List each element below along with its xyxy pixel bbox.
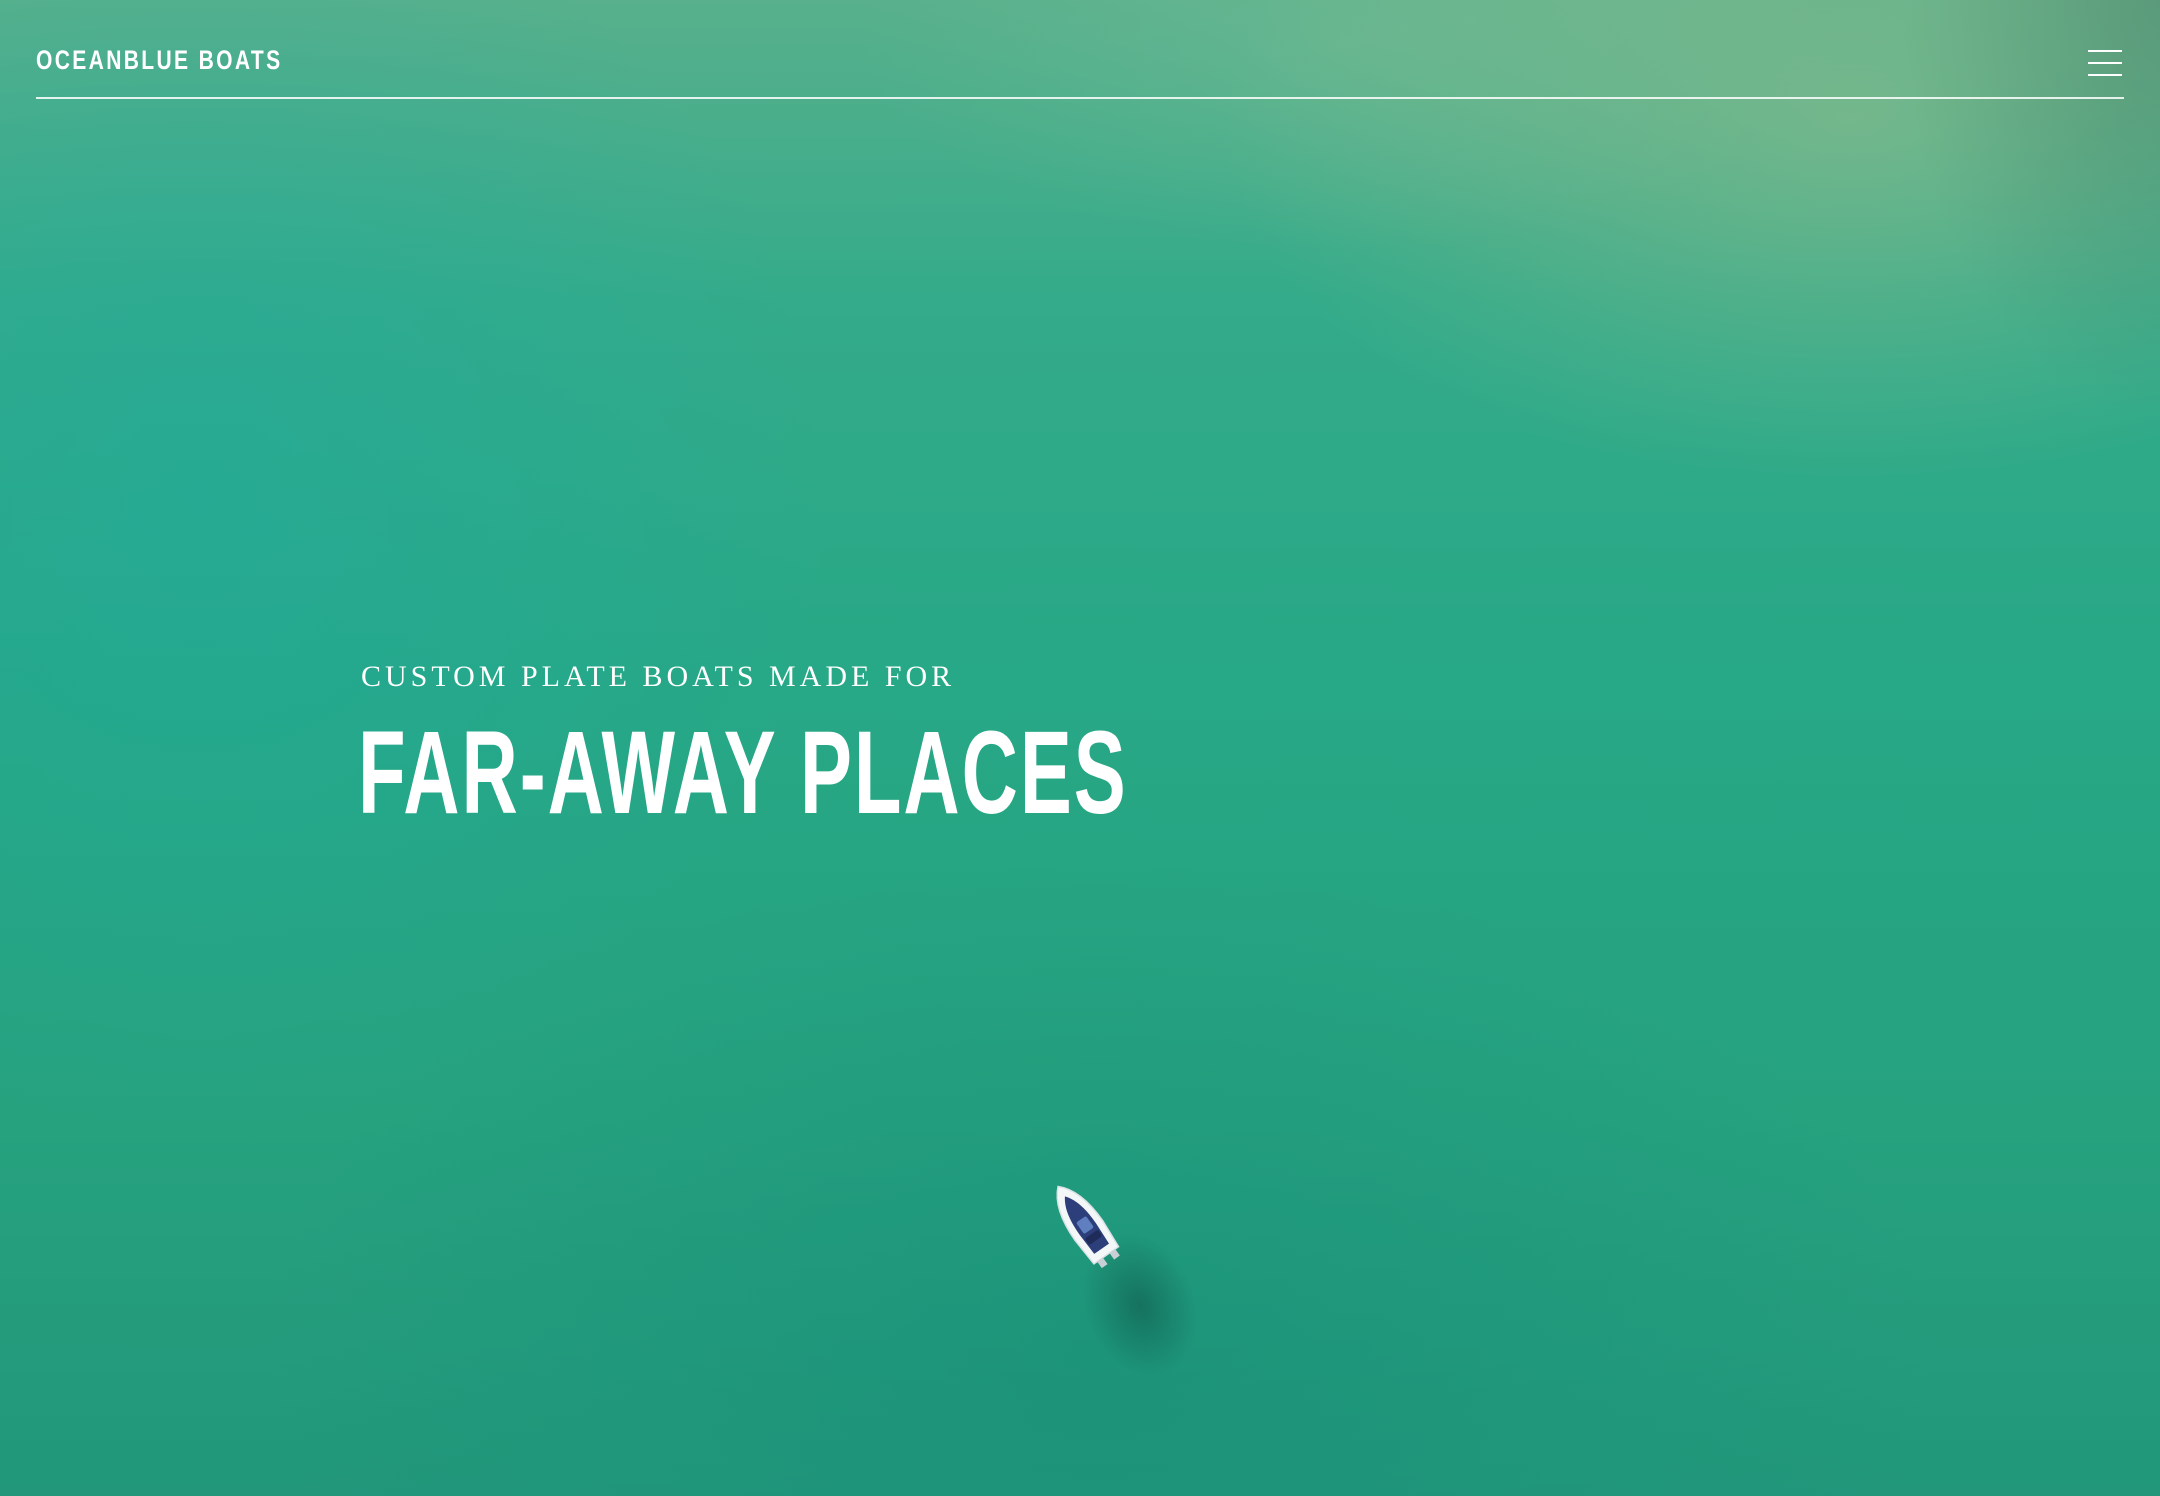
- boat-image: [1056, 1185, 1120, 1269]
- hero-headline: FAR-AWAY PLACES: [358, 707, 1128, 839]
- menu-line: [2088, 50, 2122, 52]
- menu-line: [2088, 62, 2122, 64]
- site-logo[interactable]: OCEANBLUE BOATS: [36, 45, 282, 76]
- hamburger-menu-icon[interactable]: [2088, 50, 2122, 78]
- site-header: OCEANBLUE BOATS: [36, 0, 2124, 99]
- hero-text-block: CUSTOM PLATE BOATS MADE FOR FAR-AWAY PLA…: [358, 660, 1524, 832]
- menu-line: [2088, 74, 2122, 76]
- hero-tagline: CUSTOM PLATE BOATS MADE FOR: [361, 660, 956, 693]
